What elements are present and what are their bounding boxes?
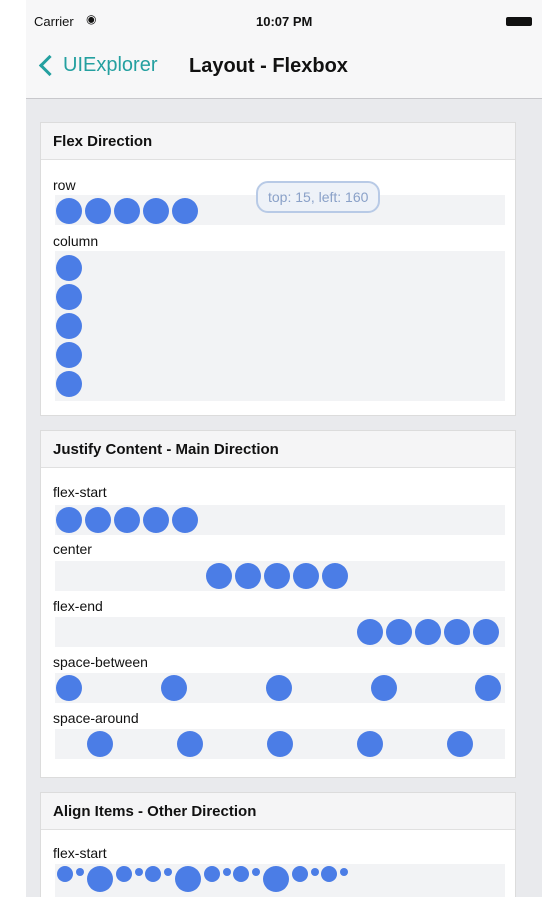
circle	[266, 675, 292, 701]
circle	[175, 866, 201, 892]
column-label: column	[53, 233, 99, 249]
carrier-label: Carrier	[34, 14, 74, 29]
circle	[114, 198, 140, 224]
circle	[321, 866, 337, 882]
circle	[386, 619, 412, 645]
circle	[57, 866, 73, 882]
circle	[85, 198, 111, 224]
chevron-left-icon	[38, 54, 61, 77]
space-between-label: space-between	[53, 654, 148, 670]
align-flex-start-demo-box	[55, 864, 505, 897]
circle	[263, 866, 289, 892]
circle	[322, 563, 348, 589]
clock: 10:07 PM	[256, 14, 313, 29]
circle	[56, 198, 82, 224]
circle	[76, 868, 84, 876]
circle	[135, 868, 143, 876]
circle	[56, 284, 82, 310]
flex-end-demo-box	[55, 617, 505, 647]
circle	[87, 866, 113, 892]
space-around-demo-box	[55, 729, 505, 759]
flex-direction-section: Flex Direction row top: 15, left: 160 co…	[40, 122, 516, 416]
space-between-demo-box	[55, 673, 505, 703]
circle	[172, 507, 198, 533]
circle	[56, 371, 82, 397]
circle	[145, 866, 161, 882]
flex-end-label: flex-end	[53, 598, 103, 614]
circle	[371, 675, 397, 701]
circle	[87, 731, 113, 757]
position-tooltip: top: 15, left: 160	[256, 181, 381, 213]
circle	[311, 868, 319, 876]
flex-start-demo-box	[55, 505, 505, 535]
back-button-label: UIExplorer	[63, 54, 158, 76]
circle	[114, 507, 140, 533]
circle	[56, 675, 82, 701]
justify-content-section: Justify Content - Main Direction flex-st…	[40, 430, 516, 778]
circle	[357, 619, 383, 645]
circle	[267, 731, 293, 757]
circle	[475, 675, 501, 701]
circle	[264, 563, 290, 589]
circle	[143, 198, 169, 224]
circle	[56, 255, 82, 281]
row-label: row	[53, 177, 76, 193]
circle	[204, 866, 220, 882]
flex-start-label: flex-start	[53, 845, 107, 861]
back-button[interactable]: UIExplorer	[38, 54, 157, 77]
circle	[206, 563, 232, 589]
section-title: Flex Direction	[41, 123, 515, 160]
circle	[116, 866, 132, 882]
space-around-label: space-around	[53, 710, 139, 726]
circle	[293, 563, 319, 589]
circle	[447, 731, 473, 757]
status-bar: Carrier ◉ 10:07 PM	[26, 0, 542, 40]
circle	[357, 731, 383, 757]
circle	[223, 868, 231, 876]
circle	[415, 619, 441, 645]
circle	[172, 198, 198, 224]
section-title: Justify Content - Main Direction	[41, 431, 515, 468]
circle	[56, 342, 82, 368]
page-title: Layout - Flexbox	[189, 55, 348, 77]
circle	[56, 507, 82, 533]
circle	[340, 868, 348, 876]
wifi-icon: ◉	[86, 12, 97, 26]
navigation-bar: UIExplorer Layout - Flexbox	[26, 40, 542, 99]
circle	[292, 866, 308, 882]
center-label: center	[53, 541, 92, 557]
section-title: Align Items - Other Direction	[41, 793, 515, 830]
align-items-section: Align Items - Other Direction flex-start	[40, 792, 516, 897]
column-demo-box	[55, 251, 505, 401]
app-screen: Carrier ◉ 10:07 PM UIExplorer Layout - F…	[26, 0, 542, 897]
circle	[177, 731, 203, 757]
circle	[56, 313, 82, 339]
circle	[252, 868, 260, 876]
circle	[473, 619, 499, 645]
battery-icon	[506, 17, 532, 26]
circle	[235, 563, 261, 589]
circle	[164, 868, 172, 876]
circle	[161, 675, 187, 701]
circle	[143, 507, 169, 533]
circle	[233, 866, 249, 882]
center-demo-box	[55, 561, 505, 591]
circle	[444, 619, 470, 645]
flex-start-label: flex-start	[53, 484, 107, 500]
circle	[85, 507, 111, 533]
